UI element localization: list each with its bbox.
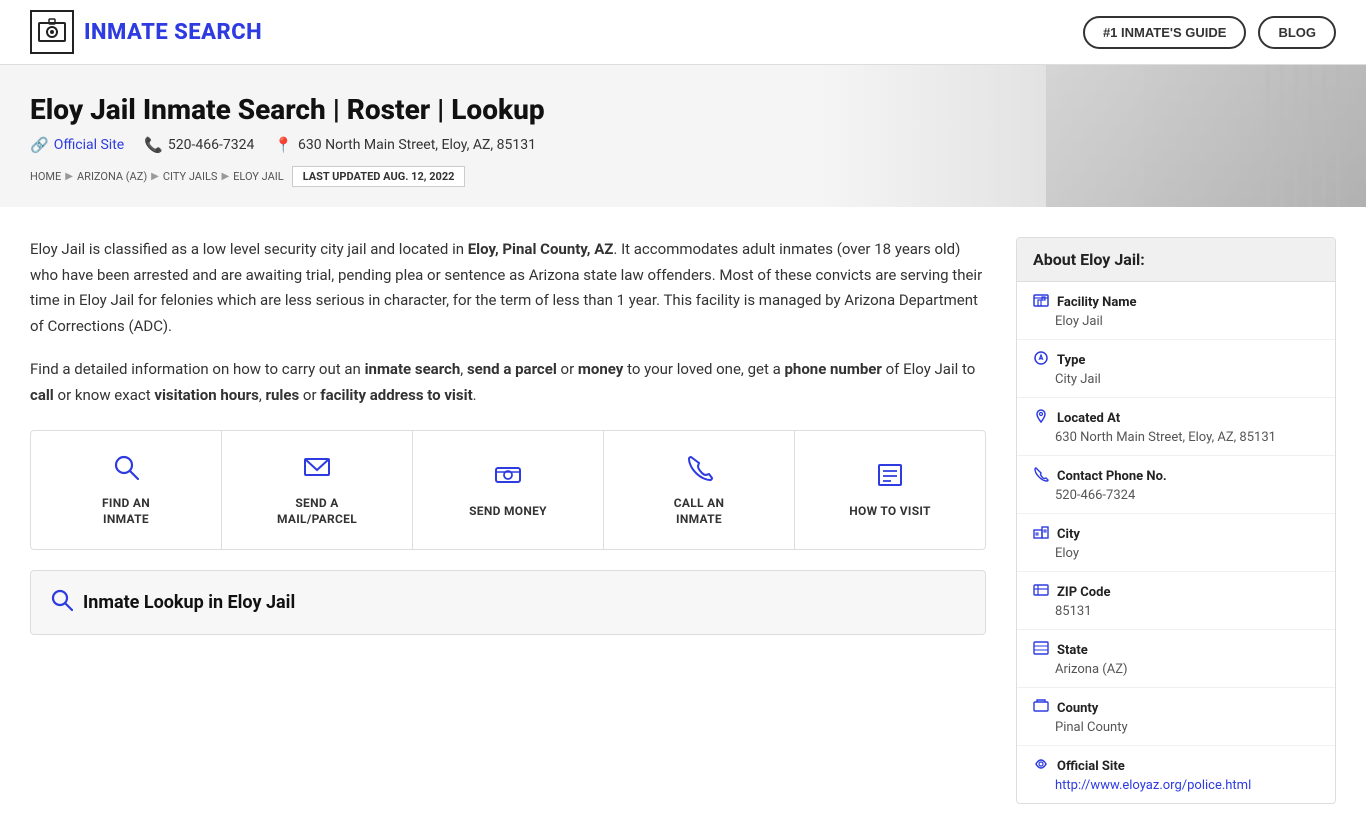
official-site-link-value[interactable]: http://www.eloyaz.org/police.html: [1055, 778, 1251, 793]
about-title: About Eloy Jail:: [1017, 238, 1335, 282]
breadcrumb-arizona[interactable]: ARIZONA (AZ): [77, 170, 147, 183]
zip-value: 85131: [1033, 604, 1319, 619]
site-title: INMATE SEARCH: [84, 20, 262, 45]
logo-area: INMATE SEARCH: [30, 10, 262, 54]
how-to-visit-icon: [876, 461, 904, 496]
city-icon: [1033, 524, 1049, 544]
zip-icon: [1033, 582, 1049, 602]
official-site-link[interactable]: 🔗 Official Site: [30, 136, 124, 154]
body-paragraph-2: Find a detailed information on how to ca…: [30, 357, 986, 408]
action-card-how-to-visit[interactable]: HOW TO VISIT: [795, 431, 985, 549]
state-icon: [1033, 640, 1049, 660]
send-money-label: SEND MONEY: [469, 504, 547, 520]
phone-icon: 📞: [144, 136, 163, 154]
action-card-send-mail[interactable]: SEND AMAIL/PARCEL: [222, 431, 413, 549]
breadcrumb-city-jails[interactable]: CITY JAILS: [163, 170, 218, 183]
sidebar: About Eloy Jail: Facility Name Eloy Jail: [1016, 237, 1336, 804]
content-left: Eloy Jail is classified as a low level s…: [30, 237, 986, 804]
location-pin-icon: [1033, 408, 1049, 428]
county-icon: [1033, 698, 1049, 718]
how-to-visit-label: HOW TO VISIT: [849, 504, 931, 520]
official-site-row-label: Official Site: [1057, 759, 1125, 774]
about-row-facility-name: Facility Name Eloy Jail: [1017, 282, 1335, 340]
lookup-section: Inmate Lookup in Eloy Jail: [30, 570, 986, 635]
location-icon: 📍: [274, 136, 293, 154]
call-inmate-label: CALL ANINMATE: [674, 496, 725, 527]
located-at-value: 630 North Main Street, Eloy, AZ, 85131: [1033, 430, 1319, 445]
city-value: Eloy: [1033, 546, 1319, 561]
breadcrumb-home[interactable]: HOME: [30, 170, 61, 183]
breadcrumb-eloy-jail[interactable]: ELOY JAIL: [233, 170, 284, 183]
address-text: 630 North Main Street, Eloy, AZ, 85131: [298, 137, 536, 153]
about-row-phone: Contact Phone No. 520-466-7324: [1017, 456, 1335, 514]
official-site-icon: [1033, 756, 1049, 776]
contact-phone-value: 520-466-7324: [1033, 488, 1319, 503]
header: INMATE SEARCH #1 INMATE'S GUIDE BLOG: [0, 0, 1366, 65]
contact-phone-icon: [1033, 466, 1049, 486]
type-icon: [1033, 350, 1049, 370]
action-card-find-inmate[interactable]: FIND ANINMATE: [31, 431, 222, 549]
about-row-state: State Arizona (AZ): [1017, 630, 1335, 688]
about-row-location: Located At 630 North Main Street, Eloy, …: [1017, 398, 1335, 456]
main-content: Eloy Jail is classified as a low level s…: [0, 207, 1366, 834]
send-mail-label: SEND AMAIL/PARCEL: [277, 496, 357, 527]
about-row-zip: ZIP Code 85131: [1017, 572, 1335, 630]
official-site-label[interactable]: Official Site: [54, 137, 125, 153]
breadcrumb-sep-1: ▶: [65, 171, 73, 182]
guide-button[interactable]: #1 INMATE'S GUIDE: [1083, 16, 1246, 49]
facility-name-value: Eloy Jail: [1033, 314, 1319, 329]
last-updated-badge: LAST UPDATED AUG. 12, 2022: [292, 166, 466, 187]
call-inmate-icon: [685, 453, 713, 488]
official-site-row-value[interactable]: http://www.eloyaz.org/police.html: [1033, 778, 1319, 793]
blog-button[interactable]: BLOG: [1258, 16, 1336, 49]
type-label: Type: [1057, 353, 1085, 368]
facility-name-label: Facility Name: [1057, 295, 1137, 310]
about-box: About Eloy Jail: Facility Name Eloy Jail: [1016, 237, 1336, 804]
phone-meta: 📞 520-466-7324: [144, 136, 254, 154]
address-meta: 📍 630 North Main Street, Eloy, AZ, 85131: [274, 136, 536, 154]
about-row-type: Type City Jail: [1017, 340, 1335, 398]
about-row-county: County Pinal County: [1017, 688, 1335, 746]
find-inmate-label: FIND ANINMATE: [102, 496, 150, 527]
about-row-city: City Eloy: [1017, 514, 1335, 572]
state-label: State: [1057, 643, 1088, 658]
zip-label: ZIP Code: [1057, 585, 1111, 600]
link-icon: 🔗: [30, 136, 49, 154]
action-card-send-money[interactable]: SEND MONEY: [413, 431, 604, 549]
send-mail-icon: [303, 453, 331, 488]
city-label: City: [1057, 527, 1080, 542]
action-card-call-inmate[interactable]: CALL ANINMATE: [604, 431, 795, 549]
breadcrumb-sep-2: ▶: [151, 171, 159, 182]
state-value: Arizona (AZ): [1033, 662, 1319, 677]
contact-phone-label: Contact Phone No.: [1057, 469, 1167, 484]
county-value: Pinal County: [1033, 720, 1319, 735]
lookup-header: Inmate Lookup in Eloy Jail: [51, 589, 965, 616]
located-at-label: Located At: [1057, 411, 1120, 426]
about-row-official-site: Official Site http://www.eloyaz.org/poli…: [1017, 746, 1335, 803]
facility-icon: [1033, 292, 1049, 312]
header-nav: #1 INMATE'S GUIDE BLOG: [1083, 16, 1336, 49]
logo-icon: [30, 10, 74, 54]
lookup-title: Inmate Lookup in Eloy Jail: [83, 592, 295, 613]
breadcrumb-sep-3: ▶: [221, 171, 229, 182]
phone-number: 520-466-7324: [168, 137, 254, 153]
action-cards: FIND ANINMATE SEND AMAIL/PARCEL SEND MON…: [30, 430, 986, 550]
hero-background: [1046, 65, 1366, 207]
hero-banner: Eloy Jail Inmate Search | Roster | Looku…: [0, 65, 1366, 207]
find-inmate-icon: [112, 453, 140, 488]
type-value: City Jail: [1033, 372, 1319, 387]
send-money-icon: [494, 461, 522, 496]
lookup-search-icon: [51, 589, 73, 616]
body-paragraph-1: Eloy Jail is classified as a low level s…: [30, 237, 986, 339]
county-label: County: [1057, 701, 1098, 716]
